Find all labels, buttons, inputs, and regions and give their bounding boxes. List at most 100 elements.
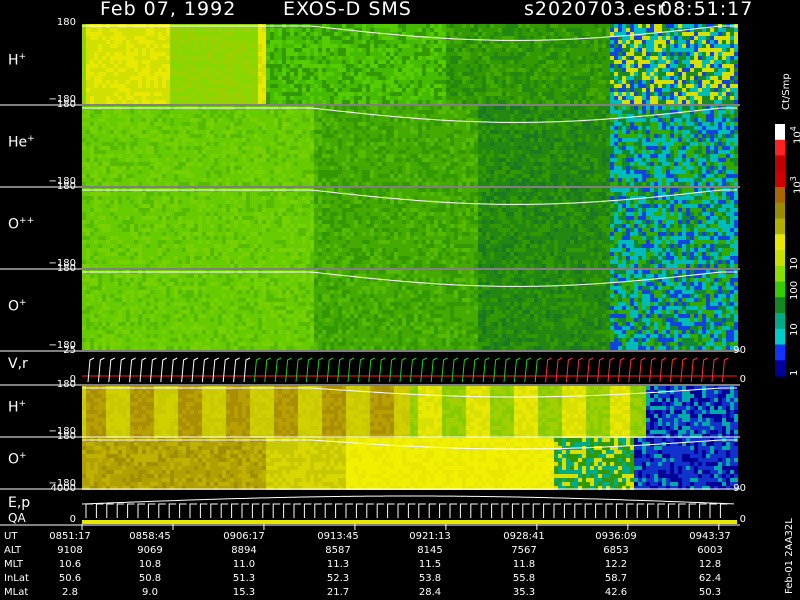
cell: [602, 32, 606, 36]
cell: [334, 114, 338, 118]
cell: [606, 72, 610, 76]
cell: [338, 72, 342, 76]
cell: [490, 100, 494, 104]
cell: [114, 92, 118, 96]
cell: [198, 56, 202, 60]
cell: [618, 76, 622, 80]
cell: [310, 138, 314, 142]
cell: [530, 60, 534, 64]
cell: [346, 100, 350, 104]
cell: [454, 130, 458, 134]
cell: [358, 68, 362, 72]
cell: [538, 114, 542, 118]
cell: [402, 134, 406, 138]
cell: [350, 64, 354, 68]
cell: [614, 28, 618, 32]
cell: [190, 80, 194, 84]
cell: [230, 64, 234, 68]
cell: [138, 56, 142, 60]
cell: [382, 76, 386, 80]
cell: [294, 134, 298, 138]
cell: [242, 84, 246, 88]
cell: [562, 28, 566, 32]
cell: [102, 142, 106, 146]
cell: [82, 122, 86, 126]
cell: [442, 88, 446, 92]
cell: [270, 76, 274, 80]
cell: [410, 96, 414, 100]
cell: [206, 110, 210, 114]
cell: [706, 44, 710, 48]
cell: [150, 100, 154, 104]
cell: [562, 92, 566, 96]
cell: [602, 134, 606, 138]
cell: [222, 126, 226, 130]
cell: [442, 40, 446, 44]
cell: [682, 126, 686, 130]
cell: [150, 142, 154, 146]
cell: [702, 126, 706, 130]
cell: [446, 88, 450, 92]
cell: [278, 48, 282, 52]
cell: [106, 48, 110, 52]
cell: [290, 146, 294, 150]
cell: [622, 44, 626, 48]
cell: [98, 92, 102, 96]
cell: [614, 142, 618, 146]
cell: [262, 76, 266, 80]
cell: [402, 126, 406, 130]
cell: [418, 130, 422, 134]
cell: [630, 88, 634, 92]
cell: [278, 138, 282, 142]
cell: [502, 100, 506, 104]
cell: [234, 64, 238, 68]
cell: [174, 76, 178, 80]
cell: [598, 44, 602, 48]
cell: [138, 72, 142, 76]
cell: [550, 80, 554, 84]
cell: [170, 68, 174, 72]
cell: [454, 48, 458, 52]
cell: [586, 44, 590, 48]
cell: [670, 64, 674, 68]
cell: [394, 68, 398, 72]
cell: [690, 48, 694, 52]
cell: [562, 130, 566, 134]
cell: [250, 28, 254, 32]
cell: [682, 106, 686, 110]
cell: [514, 76, 518, 80]
cell: [734, 40, 738, 44]
cell: [110, 60, 114, 64]
cell: [538, 142, 542, 146]
cell: [530, 100, 534, 104]
cell: [610, 40, 614, 44]
cell: [178, 52, 182, 56]
cell: [90, 36, 94, 40]
cell: [494, 126, 498, 130]
cell: [658, 84, 662, 88]
cell: [326, 122, 330, 126]
cell: [614, 106, 618, 110]
cell: [622, 110, 626, 114]
cell: [290, 32, 294, 36]
cell: [682, 92, 686, 96]
cell: [162, 142, 166, 146]
cell: [86, 76, 90, 80]
cell: [466, 32, 470, 36]
cell: [618, 32, 622, 36]
cell: [686, 134, 690, 138]
cell: [406, 118, 410, 122]
cell: [426, 88, 430, 92]
cell: [646, 72, 650, 76]
cell: [370, 60, 374, 64]
cell: [450, 48, 454, 52]
cell: [302, 60, 306, 64]
cell: [94, 64, 98, 68]
cell: [410, 76, 414, 80]
cell: [102, 72, 106, 76]
cell: [498, 100, 502, 104]
cell: [266, 114, 270, 118]
cell: [302, 118, 306, 122]
cell: [134, 100, 138, 104]
cell: [602, 88, 606, 92]
